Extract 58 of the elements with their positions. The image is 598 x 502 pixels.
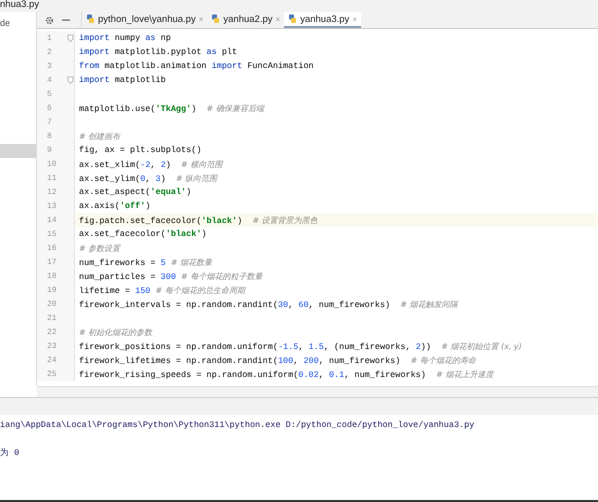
code-line: num_fireworks = 5 # 烟花数量 (78, 256, 212, 268)
code-line: ax.set_facecolor('black') (78, 229, 207, 239)
line-number: 24 (47, 356, 57, 364)
line-number: 19 (47, 286, 57, 294)
panel-label: de (0, 18, 12, 30)
line-number: 15 (47, 230, 57, 238)
code-line: matplotlib.use('TkAgg') # 确保兼容后端 (78, 102, 264, 114)
line-number: 14 (47, 216, 57, 224)
code-line: fig.patch.set_facecolor('black') # 设置背景为黑色 (78, 214, 318, 226)
code-line: ax.axis('off') (78, 201, 150, 211)
code-line: # 初始化烟花的参数 (78, 326, 152, 338)
line-number: 22 (47, 328, 57, 336)
editor-tab[interactable]: yanhua2.py × (207, 12, 284, 28)
line-number: 7 (47, 118, 52, 126)
code-line: num_particles = 300 # 每个烟花的粒子数量 (78, 270, 262, 282)
line-number: 10 (47, 160, 57, 168)
code-line: import numpy as np (78, 33, 171, 43)
line-number: 11 (47, 174, 57, 182)
line-number: 18 (47, 272, 57, 280)
editor-tab[interactable]: yanhua3.py × (284, 12, 361, 28)
code-line: firework_intervals = np.random.randint(30, 60, num_fireworks) # 烟花触发间隔 (78, 298, 458, 310)
python-file-icon (288, 14, 298, 24)
line-number: 8 (47, 132, 52, 140)
python-file-icon (211, 14, 220, 24)
line-number: 6 (47, 104, 52, 112)
console-output: 为 0 (0, 447, 20, 460)
code-line: ax.set_aspect('equal') (78, 187, 192, 197)
code-line: firework_rising_speeds = np.random.uniform(0.02, 0.1, num_fireworks) # 烟花上升速度 (78, 368, 494, 380)
line-number: 25 (47, 370, 57, 378)
window-title: nhua3.py (0, 0, 598, 12)
line-number: 21 (47, 314, 57, 322)
editor-tab[interactable]: python_love\yanhua.py × (82, 12, 208, 28)
line-number: 20 (47, 300, 57, 308)
line-number: 2 (47, 48, 52, 56)
line-number: 4 (47, 76, 52, 84)
line-number: 17 (47, 258, 57, 266)
code-line: # 创建画布 (78, 130, 120, 142)
code-line: firework_lifetimes = np.random.randint(100, 200, num_fireworks) # 每个烟花的寿命 (78, 354, 476, 366)
line-number: 9 (47, 146, 52, 154)
code-line: ax.set_ylim(0, 3) # 纵向范围 (78, 172, 218, 184)
line-number: 1 (47, 34, 52, 42)
line-number: 16 (47, 244, 57, 252)
code-line: firework_positions = np.random.uniform(-1.5, 1.5, (num_fireworks, 2)) # 烟花初始位置 (x, y) (78, 340, 522, 352)
line-number: 12 (47, 188, 57, 196)
line-number: 3 (47, 62, 52, 70)
line-number: 23 (47, 342, 57, 350)
line-number: 13 (47, 202, 57, 210)
code-line: import matplotlib (78, 75, 166, 85)
settings-icon (45, 16, 54, 24)
python-file-icon (86, 14, 95, 24)
code-line: fig, ax = plt.subplots() (78, 145, 202, 155)
code-line: ax.set_xlim(-2, 2) # 横向范围 (78, 158, 222, 170)
code-line: import matplotlib.pyplot as plt (78, 47, 238, 57)
code-line: # 参数设置 (78, 242, 120, 254)
code-line: from matplotlib.animation import FuncAnimation (78, 61, 314, 71)
code-line: lifetime = 150 # 每个烟花的总生命周期 (78, 284, 245, 296)
console-output: iang\AppData\Local\Programs\Python\Python311\python.exe D:/python_code/python_love/yanhua3.py (0, 419, 476, 432)
line-number: 5 (47, 90, 52, 98)
